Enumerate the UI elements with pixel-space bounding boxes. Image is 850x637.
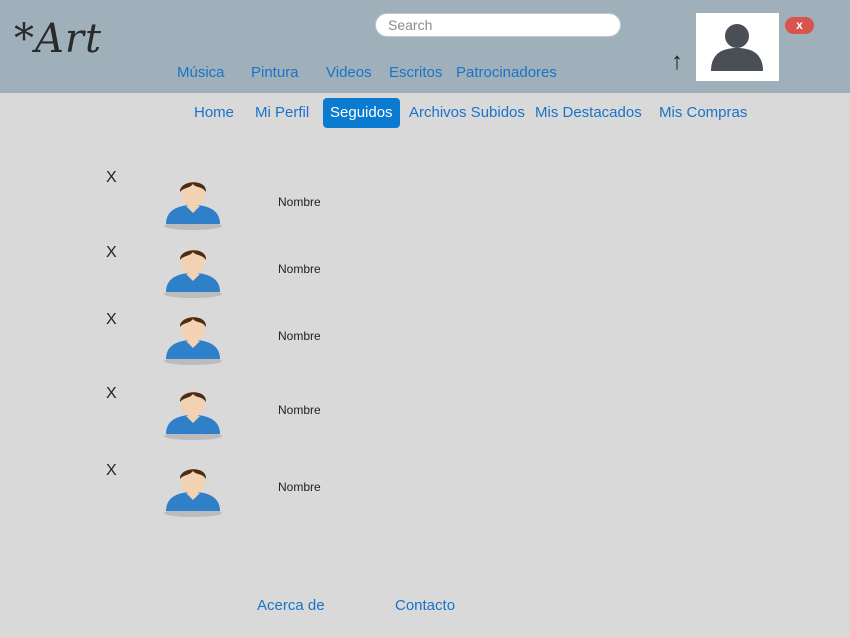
upload-arrow-icon[interactable]: ↑ — [671, 50, 683, 74]
tab-home[interactable]: Home — [194, 98, 234, 128]
followed-name[interactable]: Nombre — [278, 329, 321, 343]
tab-mis-compras[interactable]: Mis Compras — [659, 98, 747, 128]
search-input[interactable] — [375, 13, 621, 37]
footer-about-link[interactable]: Acerca de — [257, 597, 325, 614]
page: *Art Música Pintura Videos Escritos Patr… — [0, 0, 850, 637]
profile-avatar[interactable] — [696, 13, 779, 81]
nav-escritos[interactable]: Escritos — [389, 64, 442, 81]
list-item: X Nombre — [0, 243, 400, 303]
remove-button[interactable]: X — [106, 311, 117, 329]
tab-seguidos[interactable]: Seguidos — [323, 98, 400, 128]
tab-mis-destacados[interactable]: Mis Destacados — [535, 98, 642, 128]
remove-button[interactable]: X — [106, 385, 117, 403]
list-item: X Nombre — [0, 384, 400, 444]
remove-button[interactable]: X — [106, 244, 117, 262]
list-item: X Nombre — [0, 310, 400, 370]
footer-contact-link[interactable]: Contacto — [395, 597, 455, 614]
remove-button[interactable]: X — [106, 462, 117, 480]
user-avatar-icon — [164, 468, 222, 517]
nav-pintura[interactable]: Pintura — [251, 64, 299, 81]
followed-name[interactable]: Nombre — [278, 403, 321, 417]
header: *Art Música Pintura Videos Escritos Patr… — [0, 0, 850, 93]
close-button[interactable]: x — [785, 17, 814, 34]
followed-name[interactable]: Nombre — [278, 195, 321, 209]
tab-mi-perfil[interactable]: Mi Perfil — [255, 98, 309, 128]
user-avatar-icon — [164, 181, 222, 230]
user-avatar-icon — [164, 249, 222, 298]
user-avatar-icon — [164, 391, 222, 440]
tab-archivos-subidos[interactable]: Archivos Subidos — [409, 98, 525, 128]
user-silhouette-icon — [711, 24, 763, 71]
list-item: X Nombre — [0, 168, 400, 230]
site-logo[interactable]: *Art — [14, 14, 102, 64]
nav-patrocinadores[interactable]: Patrocinadores — [456, 64, 557, 81]
user-avatar-icon — [164, 316, 222, 365]
remove-button[interactable]: X — [106, 169, 117, 187]
followed-name[interactable]: Nombre — [278, 480, 321, 494]
nav-musica[interactable]: Música — [177, 64, 225, 81]
list-item: X Nombre — [0, 461, 400, 521]
followed-name[interactable]: Nombre — [278, 262, 321, 276]
nav-videos[interactable]: Videos — [326, 64, 372, 81]
